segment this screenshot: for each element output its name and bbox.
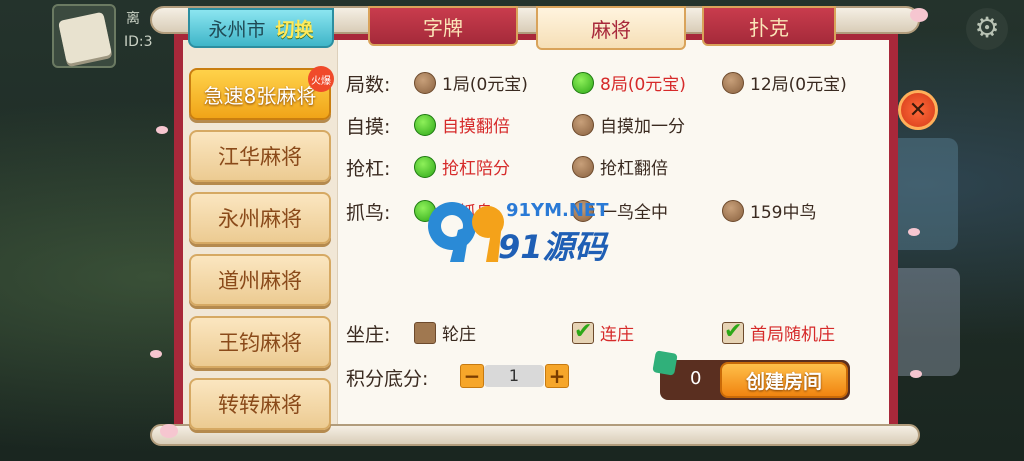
player-id: ID:3 bbox=[124, 34, 153, 50]
flower-decoration bbox=[910, 8, 928, 22]
rob-kong-label: 抢杠: bbox=[346, 158, 391, 180]
rob-kong-double[interactable]: 抢杠翻倍 bbox=[572, 154, 668, 179]
radio-checked-icon bbox=[572, 71, 594, 94]
gem-icon bbox=[652, 350, 678, 376]
radio-checked-icon bbox=[414, 155, 436, 178]
mahjong-item-jianghua[interactable]: 江华麻将 bbox=[189, 130, 331, 182]
radio-icon bbox=[722, 71, 744, 94]
checkbox-checked-icon bbox=[572, 319, 594, 344]
hot-badge: 火爆 bbox=[308, 66, 334, 92]
rounds-option-8[interactable]: 8局(0元宝) bbox=[572, 70, 686, 95]
watermark-brand: 91源码 bbox=[498, 228, 607, 266]
mahjong-item-zhuanzhuan[interactable]: 转转麻将 bbox=[189, 378, 331, 430]
self-draw-plus-one[interactable]: 自摸加一分 bbox=[572, 112, 685, 137]
watermark-url: 91YM.NET bbox=[506, 200, 609, 221]
room-cost-value: 0 bbox=[690, 368, 702, 389]
petal-decoration bbox=[150, 350, 162, 358]
tab-zipai[interactable]: 字牌 bbox=[368, 6, 518, 46]
player-avatar[interactable] bbox=[52, 4, 116, 68]
radio-icon bbox=[572, 113, 594, 136]
mahjong-item-yongzhou[interactable]: 永州麻将 bbox=[189, 192, 331, 244]
rounds-label: 局数: bbox=[346, 74, 391, 96]
create-room-button[interactable]: 创建房间 bbox=[720, 362, 848, 398]
rob-kong-pay[interactable]: 抢杠陪分 bbox=[414, 154, 510, 179]
player-name: 离 bbox=[126, 11, 140, 27]
self-draw-label: 自摸: bbox=[346, 116, 391, 138]
flower-decoration bbox=[160, 424, 178, 438]
settings-gear-icon[interactable]: ⚙ bbox=[966, 8, 1008, 50]
dealer-rotate[interactable]: 轮庄 bbox=[414, 320, 476, 345]
mahjong-item-daozhou[interactable]: 道州麻将 bbox=[189, 254, 331, 306]
base-score-minus-button[interactable]: − bbox=[460, 364, 484, 388]
radio-checked-icon bbox=[414, 113, 436, 136]
radio-icon bbox=[722, 199, 744, 222]
radio-icon bbox=[572, 155, 594, 178]
radio-icon bbox=[414, 71, 436, 94]
petal-decoration bbox=[908, 228, 920, 236]
bird-159[interactable]: 159中鸟 bbox=[722, 198, 816, 223]
city-name: 永州市 bbox=[208, 18, 266, 41]
bird-label: 抓鸟: bbox=[346, 202, 391, 224]
checkbox-icon bbox=[414, 321, 436, 344]
petal-decoration bbox=[910, 370, 922, 378]
tab-mahjong[interactable]: 麻将 bbox=[536, 6, 686, 50]
dealer-label: 坐庄: bbox=[346, 324, 391, 346]
switch-city-button[interactable]: 切换 bbox=[276, 15, 314, 42]
rounds-option-1[interactable]: 1局(0元宝) bbox=[414, 70, 528, 95]
base-score-value: 1 bbox=[484, 365, 544, 387]
dealer-continue[interactable]: 连庄 bbox=[572, 319, 634, 345]
petal-decoration bbox=[156, 126, 168, 134]
dealer-random-first[interactable]: 首局随机庄 bbox=[722, 319, 835, 345]
city-selector-tab: 永州市 切换 bbox=[188, 8, 334, 48]
checkbox-checked-icon bbox=[722, 319, 744, 344]
self-draw-double[interactable]: 自摸翻倍 bbox=[414, 112, 510, 137]
rounds-option-12[interactable]: 12局(0元宝) bbox=[722, 70, 847, 95]
close-icon[interactable]: ✕ bbox=[898, 90, 938, 130]
base-score-plus-button[interactable]: + bbox=[545, 364, 569, 388]
mahjong-item-wangjun[interactable]: 王钧麻将 bbox=[189, 316, 331, 368]
mahjong-tile-icon bbox=[57, 11, 113, 65]
base-score-label: 积分底分: bbox=[346, 368, 429, 390]
tab-poker[interactable]: 扑克 bbox=[702, 6, 836, 46]
